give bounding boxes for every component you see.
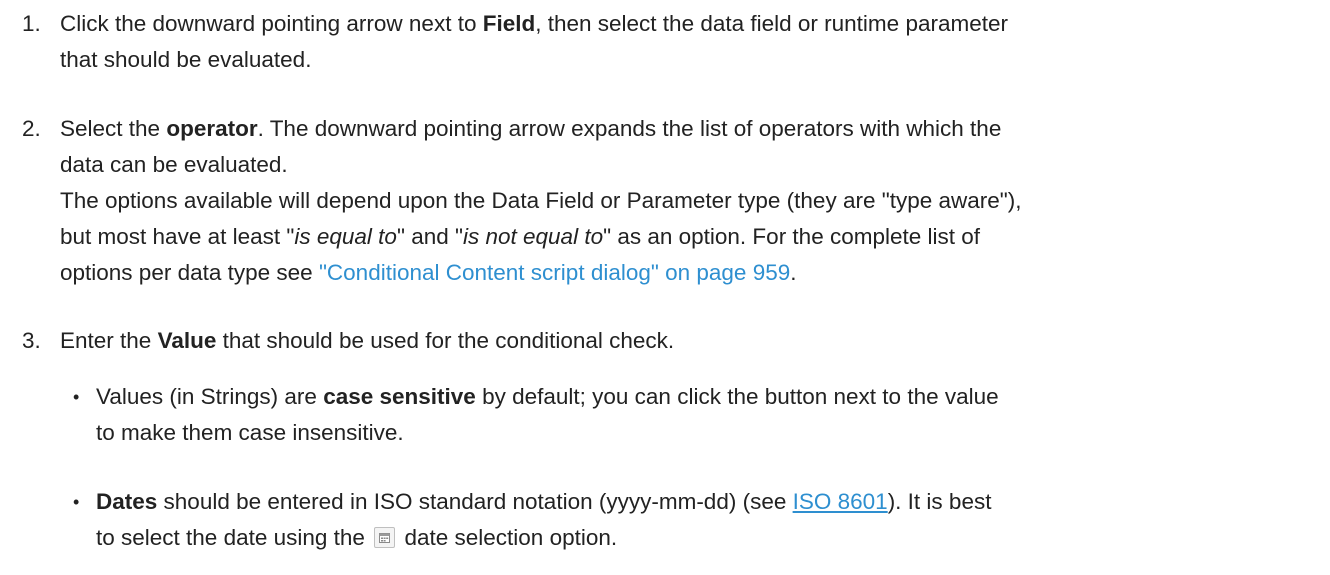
step-text: that should be evaluated.: [60, 47, 312, 72]
step-2-text: Select the operator. The downward pointi…: [60, 111, 1310, 291]
bullet-marker: •: [73, 387, 80, 407]
step-1-text: Click the downward pointing arrow next t…: [60, 6, 1310, 78]
step-text: .: [790, 260, 797, 285]
step-text: data can be evaluated.: [60, 152, 288, 177]
step-text: Enter the: [60, 328, 158, 353]
document-page: 1. Click the downward pointing arrow nex…: [0, 0, 1330, 575]
operator-example: is not equal to: [462, 224, 604, 249]
step-text: . The downward pointing arrow expands th…: [257, 116, 1002, 141]
step-number: 2.: [22, 116, 41, 141]
step-text: Click the downward pointing arrow next t…: [60, 11, 483, 36]
step-text: , then select the data field or runtime …: [535, 11, 1008, 36]
calendar-icon: [374, 526, 396, 548]
operator-term: operator: [166, 116, 258, 141]
bullet-text: Dates should be entered in ISO standard …: [96, 484, 1316, 556]
case-sensitive-term: case sensitive: [323, 384, 476, 409]
step-text: " and ": [396, 224, 463, 249]
bullet-text: should be entered in ISO standard notati…: [157, 489, 793, 514]
step-number: 1.: [22, 11, 41, 36]
conditional-content-dialog-link[interactable]: "Conditional Content script dialog" on p…: [319, 260, 790, 285]
step-text: options per data type see: [60, 260, 319, 285]
bullet-text: Values (in Strings) are: [96, 384, 324, 409]
bullet-text: Values (in Strings) are case sensitive b…: [96, 379, 1316, 451]
dates-term: Dates: [96, 489, 158, 514]
bullet-text: date selection option.: [404, 525, 618, 550]
value-term: Value: [157, 328, 217, 353]
operator-example: is equal to: [294, 224, 397, 249]
iso-8601-link[interactable]: ISO 8601: [793, 489, 888, 514]
step-text: " as an option. For the complete list of: [603, 224, 981, 249]
field-term: Field: [482, 11, 536, 36]
bullet-text: by default; you can click the button nex…: [475, 384, 999, 409]
bullet-text: to make them case insensitive.: [96, 420, 404, 445]
step-text: but most have at least ": [60, 224, 295, 249]
bullet-text: ). It is best: [887, 489, 992, 514]
step-text: The options available will depend upon t…: [60, 188, 1022, 213]
step-3-text: Enter the Value that should be used for …: [60, 323, 1310, 359]
step-text: that should be used for the conditional …: [216, 328, 675, 353]
step-text: Select the: [60, 116, 167, 141]
bullet-marker: •: [73, 492, 80, 512]
bullet-text: to select the date using the: [96, 525, 365, 550]
step-number: 3.: [22, 328, 41, 353]
